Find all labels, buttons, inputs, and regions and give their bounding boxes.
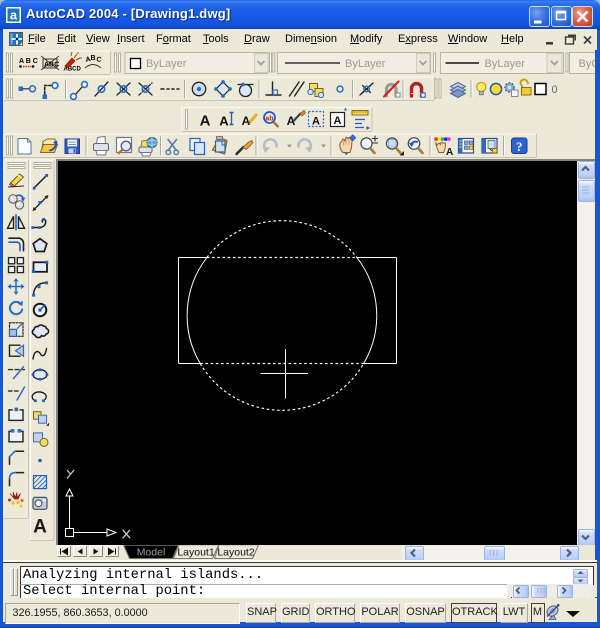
- svg-text:Layout1: Layout1: [177, 547, 215, 559]
- svg-text:ByLayer: ByLayer: [485, 58, 526, 70]
- svg-text:Layout2: Layout2: [217, 547, 255, 559]
- svg-text:A: A: [312, 116, 320, 128]
- svg-text:ABC: ABC: [44, 62, 59, 69]
- svg-text:A: A: [33, 517, 47, 538]
- svg-text:ByC: ByC: [579, 58, 596, 70]
- svg-text:a: a: [10, 8, 18, 23]
- svg-text:A: A: [446, 147, 453, 158]
- svg-text:A B C: A B C: [19, 58, 38, 65]
- svg-text:ab: ab: [265, 116, 273, 123]
- svg-text:C: C: [96, 56, 102, 64]
- svg-text:?: ?: [516, 139, 523, 154]
- svg-text:ByLayer: ByLayer: [146, 58, 187, 70]
- svg-text:A: A: [219, 114, 229, 129]
- svg-text:ABCD: ABCD: [64, 67, 82, 73]
- svg-text:B: B: [91, 55, 96, 62]
- svg-text:A: A: [200, 113, 211, 130]
- svg-text:A: A: [334, 115, 342, 127]
- svg-text:Model: Model: [137, 547, 166, 559]
- svg-text:0: 0: [552, 84, 558, 96]
- svg-text:ByLayer: ByLayer: [345, 58, 386, 70]
